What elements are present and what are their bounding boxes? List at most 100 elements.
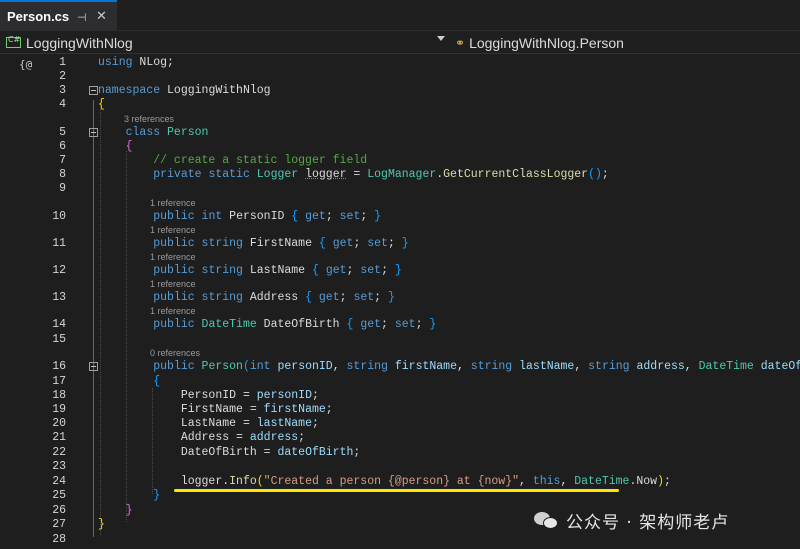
watermark-text: 公众号 · 架构师老卢: [566, 512, 730, 533]
csharp-project-icon: [6, 35, 21, 48]
watermark: 公众号 · 架构师老卢: [534, 507, 729, 533]
project-name: LoggingWithNlog: [26, 34, 133, 51]
code-text: logger.Info("Created a person {@person} …: [180, 475, 671, 488]
line-number: 17: [52, 375, 66, 388]
code-text: private static Logger logger = LogManage…: [153, 168, 609, 181]
code-line: 18 PersonID = personID;: [0, 389, 800, 403]
collapse-icon[interactable]: [89, 86, 98, 95]
line-number: 8: [59, 168, 66, 181]
code-lens-references[interactable]: 1 reference: [150, 252, 196, 262]
code-lens-references[interactable]: 0 references: [150, 348, 200, 358]
code-lens-references[interactable]: 1 reference: [150, 306, 196, 316]
code-line: 25 }: [0, 489, 800, 503]
code-text: namespace LoggingWithNlog: [98, 84, 271, 97]
code-line: 14 public DateTime DateOfBirth { get; se…: [0, 318, 800, 332]
code-lens-references[interactable]: 1 reference: [150, 198, 196, 208]
code-line: 20 LastName = lastName;: [0, 417, 800, 431]
line-number: 10: [52, 210, 66, 223]
line-number: 26: [52, 504, 66, 517]
code-line: 8 private static Logger logger = LogMana…: [0, 168, 800, 182]
code-text: using NLog;: [98, 56, 174, 69]
line-number: 20: [52, 417, 66, 430]
line-number: 25: [52, 489, 66, 502]
line-number: 2: [59, 70, 66, 83]
document-tab-strip: Person.cs ⊣ ✕: [0, 0, 800, 31]
code-line: 24 logger.Info("Created a person {@perso…: [0, 475, 800, 489]
wechat-icon: [534, 510, 560, 530]
class-icon: ⚭: [455, 35, 466, 50]
code-line: 15: [0, 333, 800, 347]
code-text: public DateTime DateOfBirth { get; set; …: [153, 318, 437, 331]
code-text: }: [153, 489, 161, 502]
code-text: PersonID = personID;: [180, 389, 319, 402]
code-line: 6 {: [0, 140, 800, 154]
tab-title: Person.cs: [7, 9, 70, 24]
code-line: 28: [0, 533, 800, 547]
code-line: 12 public string LastName { get; set; }: [0, 264, 800, 278]
tab-person-cs[interactable]: Person.cs ⊣ ✕: [0, 0, 117, 31]
code-line: 11 public string FirstName { get; set; }: [0, 237, 800, 251]
code-text: DateOfBirth = dateOfBirth;: [180, 446, 361, 459]
line-number: 28: [52, 533, 66, 546]
code-line: 22 DateOfBirth = dateOfBirth;: [0, 446, 800, 460]
chevron-down-icon[interactable]: [437, 36, 445, 41]
code-line: 1 using NLog;: [0, 56, 800, 70]
code-text: // create a static logger field: [153, 154, 368, 167]
code-line: 17 {: [0, 375, 800, 389]
code-editor[interactable]: {@ 1 using NLog; 2 3 namespace LoggingWi…: [0, 55, 800, 549]
line-number: 11: [52, 237, 66, 250]
code-line: 5 class Person: [0, 126, 800, 140]
member-dropdown[interactable]: ⚭ LoggingWithNlog.Person: [452, 31, 800, 54]
line-number: 9: [59, 182, 66, 195]
line-number: 12: [52, 264, 66, 277]
code-text: Address = address;: [180, 431, 306, 444]
navigation-bar: LoggingWithNlog ⚭ LoggingWithNlog.Person: [0, 31, 800, 54]
line-number: 13: [52, 291, 66, 304]
close-icon[interactable]: ✕: [96, 9, 107, 24]
code-line: 3 namespace LoggingWithNlog: [0, 84, 800, 98]
code-line: 2: [0, 70, 800, 84]
code-text: {: [98, 98, 105, 111]
line-number: 6: [59, 140, 66, 153]
code-lens-references[interactable]: 1 reference: [150, 279, 196, 289]
code-text: public string LastName { get; set; }: [153, 264, 402, 277]
line-number: 27: [52, 518, 66, 531]
code-lens-references[interactable]: 3 references: [124, 114, 174, 124]
code-lens-references[interactable]: 1 reference: [150, 225, 196, 235]
line-number: 15: [52, 333, 66, 346]
code-text: {: [153, 375, 161, 388]
code-text: class Person: [125, 126, 209, 139]
code-text: public string Address { get; set; }: [153, 291, 395, 304]
code-text: {: [125, 140, 133, 153]
line-number: 7: [59, 154, 66, 167]
line-number: 21: [52, 431, 66, 444]
member-name: LoggingWithNlog.Person: [469, 34, 624, 51]
project-dropdown[interactable]: LoggingWithNlog: [0, 31, 449, 54]
line-number: 22: [52, 446, 66, 459]
code-text: FirstName = firstName;: [180, 403, 333, 416]
code-line: 10 public int PersonID { get; set; }: [0, 210, 800, 224]
line-number: 14: [52, 318, 66, 331]
collapse-icon[interactable]: [89, 128, 98, 137]
line-number: 3: [59, 84, 66, 97]
line-number: 1: [59, 56, 66, 69]
code-line: 21 Address = address;: [0, 431, 800, 445]
code-text: }: [125, 504, 133, 517]
line-number: 16: [52, 360, 66, 373]
code-line: 13 public string Address { get; set; }: [0, 291, 800, 305]
code-text: public Person(int personID, string first…: [153, 360, 800, 373]
line-number: 4: [59, 98, 66, 111]
collapse-icon[interactable]: [89, 362, 98, 371]
code-text: public int PersonID { get; set; }: [153, 210, 382, 223]
code-line: 7 // create a static logger field: [0, 154, 800, 168]
line-number: 18: [52, 389, 66, 402]
code-line: 4 {: [0, 98, 800, 112]
code-text: }: [98, 518, 105, 531]
code-line: 16 public Person(int personID, string fi…: [0, 360, 800, 374]
pin-icon[interactable]: ⊣: [77, 11, 87, 24]
line-number: 5: [59, 126, 66, 139]
code-text: public string FirstName { get; set; }: [153, 237, 409, 250]
code-text: LastName = lastName;: [180, 417, 319, 430]
line-number: 19: [52, 403, 66, 416]
code-line: 9: [0, 182, 800, 196]
